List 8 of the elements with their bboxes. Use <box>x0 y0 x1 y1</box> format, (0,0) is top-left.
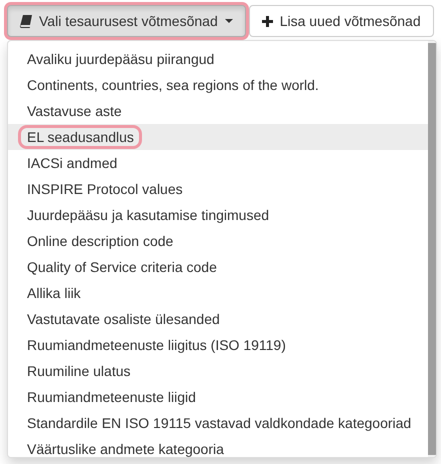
plus-icon <box>262 16 273 26</box>
scrollbar[interactable] <box>428 41 436 457</box>
dropdown-button[interactable]: Vali tesaurusest võtmesõnad <box>7 5 246 37</box>
menu-item[interactable]: EL seadusandlus <box>8 124 428 150</box>
menu-item[interactable]: Väärtuslike andmete kategooria <box>8 436 428 457</box>
book-icon <box>20 14 32 28</box>
add-button[interactable]: Lisa uued võtmesõnad <box>248 5 434 37</box>
caret-icon <box>224 19 233 23</box>
